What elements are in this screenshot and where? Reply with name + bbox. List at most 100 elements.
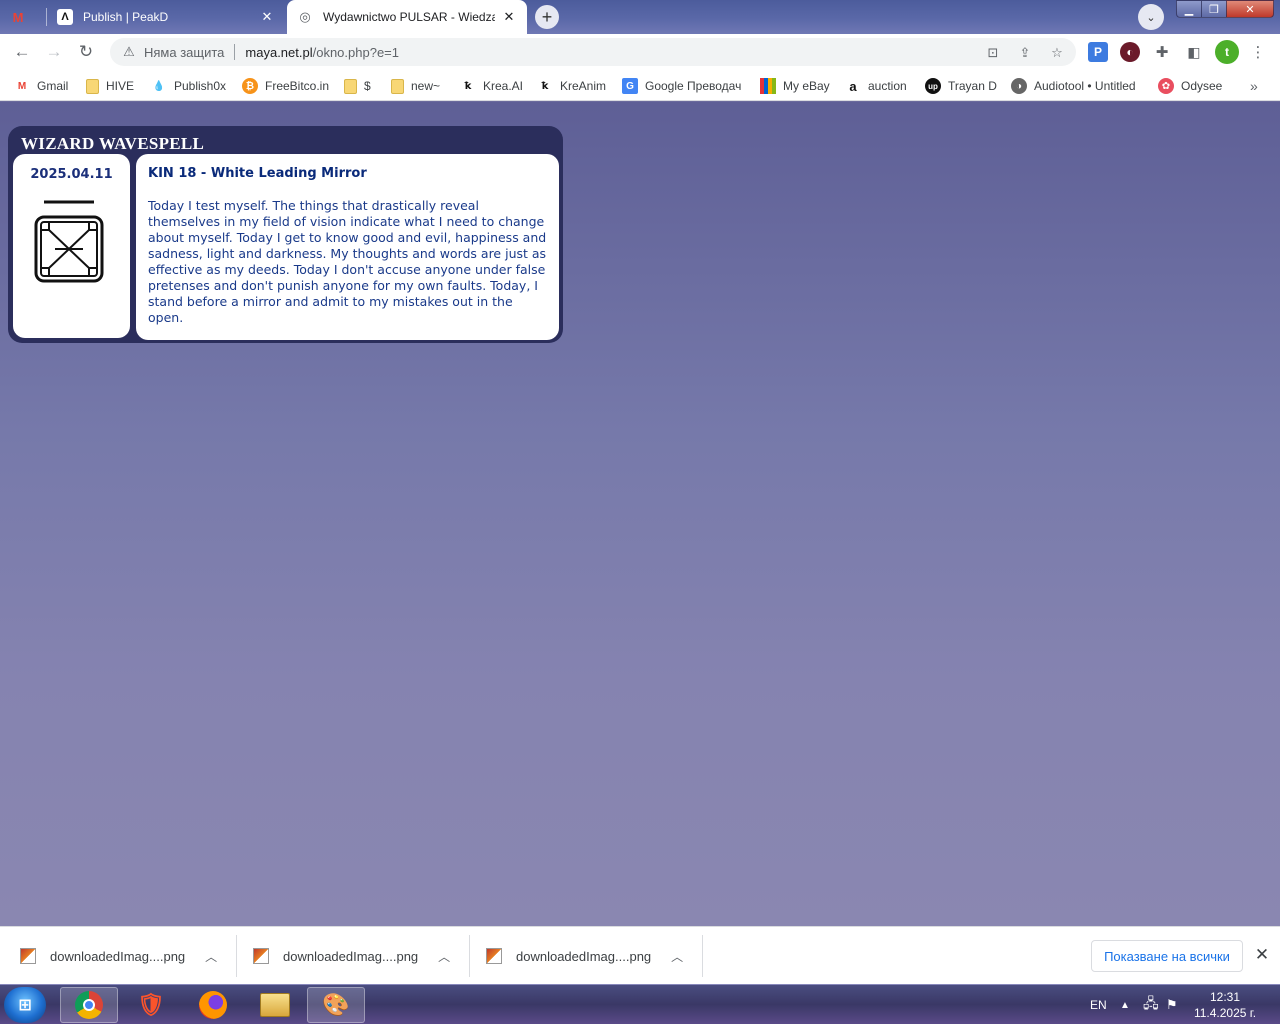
bookmark-odysee[interactable]: ✿ Odysee (1158, 76, 1222, 96)
bookmark-krea-ai[interactable]: ꝁ Krea.AI (460, 76, 523, 96)
page-content: WIZARD WAVESPELL 2025.04.11 KIN 18 - Whi… (0, 102, 1280, 926)
bookmark-audiotool[interactable]: ◑ Audiotool • Untitled (1011, 76, 1136, 96)
chevron-up-icon[interactable]: ︿ (205, 948, 217, 965)
bookmark-dollar[interactable]: $ (344, 76, 371, 96)
network-icon[interactable]: 🖧 (1143, 985, 1159, 1024)
bookmark-label: Krea.AI (483, 79, 524, 93)
taskbar-explorer[interactable] (246, 987, 304, 1023)
bookmark-auction[interactable]: a auction (845, 76, 907, 96)
url-domain: maya.net.pl (245, 44, 313, 60)
side-panel-icon[interactable]: ◧ (1184, 42, 1204, 62)
tray-expand-chevron-up-icon[interactable]: ▲ (1120, 985, 1130, 1024)
system-clock[interactable]: 12:31 11.4.2025 г. (1190, 989, 1260, 1021)
url-text[interactable]: maya.net.pl/okno.php?e=1 (245, 45, 399, 60)
bookmark-new[interactable]: new~ (391, 76, 440, 96)
translate-icon[interactable]: ⊡ (984, 44, 1002, 62)
arrow-left-icon: ← (13, 42, 31, 61)
bookmark-google-translate[interactable]: G Google Преводач (622, 76, 741, 96)
divider (469, 935, 470, 977)
kin-title: KIN 18 - White Leading Mirror (148, 166, 367, 181)
taskbar-paint[interactable]: 🎨 (307, 987, 365, 1023)
bookmark-my-ebay[interactable]: My eBay (760, 76, 830, 96)
download-bar: downloadedImag....png ︿ downloadedImag..… (0, 926, 1280, 984)
ebay-icon (760, 78, 776, 94)
taskbar-firefox[interactable] (184, 987, 242, 1023)
globe-icon: ◎ (299, 9, 311, 24)
reload-button[interactable]: ↻ (74, 40, 98, 64)
bookmark-publish0x[interactable]: 💧 Publish0x (151, 76, 226, 96)
language-indicator[interactable]: EN (1090, 985, 1107, 1024)
peakd-icon: Λ (57, 9, 73, 25)
tab-peakd[interactable]: Λ Publish | PeakD ✕ (47, 0, 285, 34)
download-filename: downloadedImag....png (283, 948, 419, 964)
clock-time: 12:31 (1209, 990, 1241, 1004)
taskbar-chrome[interactable] (60, 987, 118, 1023)
forward-button[interactable]: → (42, 40, 66, 64)
upwork-icon: up (925, 78, 941, 94)
bookmark-label: Audiotool • Untitled (1034, 79, 1136, 93)
tab-search-button[interactable]: ⌄ (1138, 4, 1164, 30)
bookmark-label: auction (868, 79, 907, 93)
share-icon[interactable]: ⇪ (1016, 44, 1034, 62)
tab-gmail[interactable]: M (0, 0, 46, 34)
address-bar[interactable]: ⚠ Няма защита maya.net.pl/okno.php?e=1 ⊡… (110, 38, 1076, 66)
tab-strip: M Λ Publish | PeakD ✕ ◎ Wydawnictwo PULS… (0, 0, 1280, 34)
bookmark-label: KreAnim (560, 79, 607, 93)
bookmark-freebitcoin[interactable]: ₿ FreeBitco.in (242, 76, 329, 96)
download-item[interactable]: downloadedImag....png ︿ (20, 927, 217, 985)
start-button[interactable]: ⊞ (4, 987, 46, 1023)
warning-icon[interactable]: ⚠ (118, 44, 140, 60)
extension-brave-icon[interactable]: ◐ (1120, 42, 1140, 62)
bitcoin-icon: ₿ (242, 78, 258, 94)
profile-avatar[interactable]: t (1215, 40, 1239, 64)
download-item[interactable]: downloadedImag....png ︿ (253, 927, 450, 985)
tab-pulsar[interactable]: ◎ Wydawnictwo PULSAR - Wiedza ✕ (287, 0, 527, 34)
chevron-up-icon[interactable]: ︿ (438, 948, 450, 965)
extension-p-icon[interactable]: P (1088, 42, 1108, 62)
back-button[interactable]: ← (10, 40, 34, 64)
security-label[interactable]: Няма защита (144, 45, 224, 60)
divider (236, 935, 237, 977)
wavespell-panel: WIZARD WAVESPELL 2025.04.11 KIN 18 - Whi… (8, 126, 563, 343)
folder-icon (86, 78, 99, 94)
reload-icon: ↻ (78, 42, 94, 61)
folder-icon (260, 993, 290, 1017)
firefox-icon (199, 991, 227, 1019)
close-icon[interactable]: ✕ (259, 9, 275, 25)
bookmark-hive[interactable]: HIVE (86, 76, 134, 96)
bookmark-label: new~ (411, 79, 441, 93)
bookmark-trayan-d[interactable]: up Trayan D (925, 76, 997, 96)
show-all-downloads-button[interactable]: Показване на всички (1091, 940, 1243, 972)
audiotool-icon: ◑ (1011, 78, 1027, 94)
menu-dots-icon[interactable]: ⋮ (1248, 42, 1268, 62)
taskbar-brave[interactable]: 🛡 (122, 987, 180, 1023)
close-icon[interactable]: ✕ (501, 9, 517, 25)
gmail-icon: M (17, 80, 27, 92)
bookmark-star-icon[interactable]: ☆ (1048, 44, 1066, 62)
date-box: 2025.04.11 (13, 154, 130, 338)
bookmark-kreanim[interactable]: ꝁ KreAnim (537, 76, 606, 96)
odysee-icon: ✿ (1158, 78, 1174, 94)
chevron-up-icon[interactable]: ︿ (671, 948, 683, 965)
minimize-button[interactable]: ▁ (1176, 0, 1202, 18)
folder-icon (391, 78, 404, 94)
more-bookmarks-chevron-icon[interactable]: » (1250, 76, 1258, 96)
new-tab-button[interactable]: + (535, 5, 559, 29)
extensions-puzzle-icon[interactable]: ✚ (1152, 42, 1172, 62)
image-file-icon (253, 948, 269, 964)
download-item[interactable]: downloadedImag....png ︿ (486, 927, 683, 985)
text-box: KIN 18 - White Leading Mirror Today I te… (136, 154, 559, 340)
folder-icon (344, 78, 357, 94)
translate-icon: G (622, 78, 638, 94)
bookmark-gmail[interactable]: M Gmail (14, 76, 69, 96)
window-close-button[interactable]: ✕ (1226, 0, 1274, 18)
action-center-flag-icon[interactable]: ⚑ (1166, 985, 1178, 1024)
image-file-icon (486, 948, 502, 964)
maximize-button[interactable]: ❐ (1201, 0, 1227, 18)
bookmark-label: Odysee (1181, 79, 1223, 93)
taskbar: ⊞ 🛡 🎨 EN ▲ 🖧 ⚑ 12:31 11.4.2025 г. (0, 984, 1280, 1024)
divider (702, 935, 703, 977)
bookmark-label: FreeBitco.in (265, 79, 330, 93)
bookmark-label: $ (364, 79, 371, 93)
close-icon[interactable]: ✕ (1252, 945, 1272, 965)
